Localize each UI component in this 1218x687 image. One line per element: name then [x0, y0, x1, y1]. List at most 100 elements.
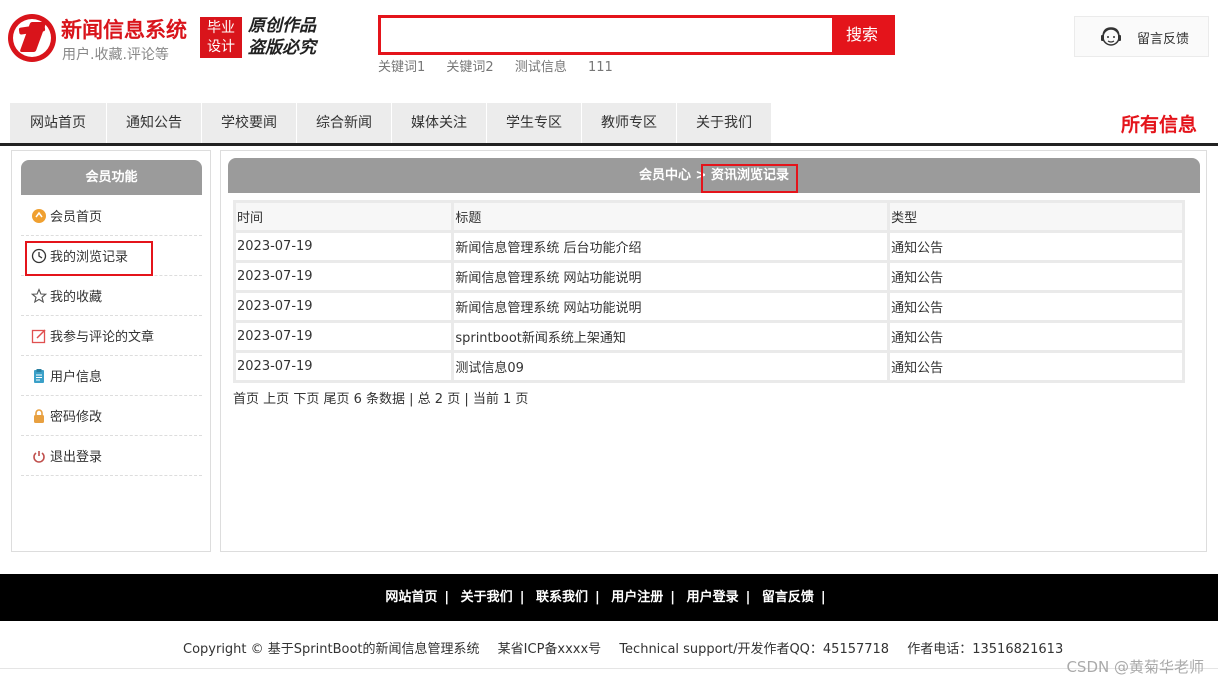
cell-type: 通知公告 — [887, 290, 1185, 323]
member-sidebar: 会员功能 会员首页 我的浏览记录 我的收藏 我参与评论的文章 用户信息 密码修改… — [11, 150, 211, 552]
footer-link-about[interactable]: 关于我们 — [461, 590, 513, 605]
pager-prev[interactable]: 上页 — [263, 392, 289, 407]
lock-icon — [31, 408, 47, 424]
cell-title-link[interactable]: 测试信息09 — [451, 350, 891, 383]
hot-keyword[interactable]: 关键词1 — [378, 60, 425, 75]
cell-title-link[interactable]: sprintboot新闻系统上架通知 — [451, 320, 891, 353]
search-button[interactable]: 搜索 — [832, 18, 892, 52]
sidebar-item-browse-history[interactable]: 我的浏览记录 — [21, 236, 202, 276]
cell-time: 2023-07-19 — [232, 230, 455, 263]
breadcrumb: 会员中心 > 资讯浏览记录 — [228, 158, 1200, 193]
cell-time: 2023-07-19 — [232, 350, 455, 383]
sidebar-item-favorites[interactable]: 我的收藏 — [21, 276, 202, 316]
main-content: 会员中心 > 资讯浏览记录 时间 标题 类型 2023-07-19 新闻信息管理… — [220, 150, 1207, 552]
pager-last[interactable]: 尾页 — [323, 392, 349, 407]
main-nav: 网站首页 通知公告 学校要闻 综合新闻 媒体关注 学生专区 教师专区 关于我们 — [10, 103, 772, 143]
footer-link-feedback[interactable]: 留言反馈 — [762, 590, 814, 605]
sidebar-item-label: 我参与评论的文章 — [50, 330, 155, 345]
hot-keyword[interactable]: 关键词2 — [446, 60, 493, 75]
sidebar-item-label: 密码修改 — [50, 410, 103, 425]
icp-number: 某省ICP备xxxx号 — [497, 642, 602, 657]
cell-title-link[interactable]: 新闻信息管理系统 网站功能说明 — [451, 290, 891, 323]
sidebar-title: 会员功能 — [21, 160, 202, 195]
logo-emblem-icon — [8, 14, 56, 62]
feedback-button[interactable]: 留言反馈 — [1074, 16, 1209, 57]
cell-type: 通知公告 — [887, 350, 1185, 383]
nav-item-home[interactable]: 网站首页 — [10, 103, 107, 143]
sidebar-item-label: 用户信息 — [50, 370, 103, 385]
star-icon — [31, 287, 47, 304]
sidebar-item-label: 我的收藏 — [50, 290, 103, 305]
member-home-icon — [31, 208, 47, 224]
sidebar-item-logout[interactable]: 退出登录 — [21, 436, 202, 476]
sidebar-item-my-comments[interactable]: 我参与评论的文章 — [21, 316, 202, 356]
column-header-time: 时间 — [232, 200, 455, 233]
sidebar-item-member-home[interactable]: 会员首页 — [21, 196, 202, 236]
nav-item-teachers[interactable]: 教师专区 — [582, 103, 677, 143]
search-input[interactable] — [381, 18, 833, 52]
pager-next[interactable]: 下页 — [293, 392, 319, 407]
table-row: 2023-07-19 新闻信息管理系统 网站功能说明 通知公告 — [232, 290, 1185, 323]
cell-title-link[interactable]: 新闻信息管理系统 后台功能介绍 — [451, 230, 891, 263]
sidebar-menu: 会员首页 我的浏览记录 我的收藏 我参与评论的文章 用户信息 密码修改 退出登录 — [21, 196, 202, 476]
cell-type: 通知公告 — [887, 230, 1185, 263]
nav-item-notice[interactable]: 通知公告 — [107, 103, 202, 143]
badge-line-1: 毕业 — [207, 20, 235, 36]
edit-comment-icon — [31, 328, 47, 344]
search-box: 搜索 — [378, 15, 895, 55]
history-clock-icon — [31, 248, 47, 264]
hot-keyword[interactable]: 111 — [588, 60, 613, 75]
nav-item-school-news[interactable]: 学校要闻 — [202, 103, 297, 143]
sidebar-item-label: 会员首页 — [50, 210, 103, 225]
logo-title: 新闻信息系统 — [61, 18, 187, 42]
table-header-row: 时间 标题 类型 — [232, 200, 1185, 233]
feedback-label: 留言反馈 — [1137, 32, 1190, 47]
browse-history-table: 时间 标题 类型 2023-07-19 新闻信息管理系统 后台功能介绍 通知公告… — [232, 200, 1185, 383]
author-phone: 作者电话：13516821613 — [907, 642, 1064, 657]
breadcrumb-separator: > — [695, 168, 707, 183]
footer-links: 网站首页 | 关于我们 | 联系我们 | 用户注册 | 用户登录 | 留言反馈 | — [0, 574, 1218, 621]
nav-divider — [0, 143, 1218, 146]
breadcrumb-parent[interactable]: 会员中心 — [639, 168, 691, 183]
breadcrumb-current: 资讯浏览记录 — [710, 168, 789, 183]
pager-summary: 6 条数据 | 总 2 页 | 当前 1 页 — [353, 392, 529, 407]
cell-type: 通知公告 — [887, 260, 1185, 293]
nav-item-general-news[interactable]: 综合新闻 — [297, 103, 392, 143]
sidebar-item-user-info[interactable]: 用户信息 — [21, 356, 202, 396]
hot-keywords: 关键词1 关键词2 测试信息 111 — [378, 56, 630, 75]
support-info: Technical support/开发作者QQ：45157718 — [619, 642, 890, 657]
pager-first[interactable]: 首页 — [233, 392, 259, 407]
all-info-link[interactable]: 所有信息 — [1121, 110, 1197, 137]
cell-time: 2023-07-19 — [232, 320, 455, 353]
footer-divider — [0, 668, 1218, 669]
nav-item-media[interactable]: 媒体关注 — [392, 103, 487, 143]
sidebar-item-label: 退出登录 — [50, 450, 103, 465]
footer-link-home[interactable]: 网站首页 — [385, 590, 437, 605]
slogan: 原创作品 盗版必究 — [248, 15, 316, 59]
column-header-type: 类型 — [887, 200, 1185, 233]
copyright-text: Copyright © 基于SprintBoot的新闻信息管理系统 — [183, 642, 480, 657]
site-logo[interactable]: 新闻信息系统 用户.收藏.评论等 — [8, 12, 198, 64]
cell-type: 通知公告 — [887, 320, 1185, 353]
sidebar-item-label: 我的浏览记录 — [50, 250, 129, 265]
footer-link-register[interactable]: 用户注册 — [611, 590, 663, 605]
graduation-badge: 毕业 设计 — [200, 17, 242, 58]
watermark: CSDN @黄菊华老师 — [1066, 658, 1204, 676]
slogan-line-1: 原创作品 — [248, 16, 316, 36]
power-icon — [31, 448, 47, 464]
footer-link-login[interactable]: 用户登录 — [687, 590, 739, 605]
nav-item-about[interactable]: 关于我们 — [677, 103, 772, 143]
cell-time: 2023-07-19 — [232, 290, 455, 323]
footer-link-contact[interactable]: 联系我们 — [536, 590, 588, 605]
table-row: 2023-07-19 sprintboot新闻系统上架通知 通知公告 — [232, 320, 1185, 353]
customer-service-icon — [1099, 25, 1123, 53]
hot-keyword[interactable]: 测试信息 — [515, 60, 567, 75]
cell-title-link[interactable]: 新闻信息管理系统 网站功能说明 — [451, 260, 891, 293]
nav-item-students[interactable]: 学生专区 — [487, 103, 582, 143]
table-row: 2023-07-19 新闻信息管理系统 后台功能介绍 通知公告 — [232, 230, 1185, 263]
sidebar-item-change-password[interactable]: 密码修改 — [21, 396, 202, 436]
slogan-line-2: 盗版必究 — [248, 38, 316, 58]
table-row: 2023-07-19 测试信息09 通知公告 — [232, 350, 1185, 383]
badge-line-2: 设计 — [207, 39, 235, 55]
table-row: 2023-07-19 新闻信息管理系统 网站功能说明 通知公告 — [232, 260, 1185, 293]
